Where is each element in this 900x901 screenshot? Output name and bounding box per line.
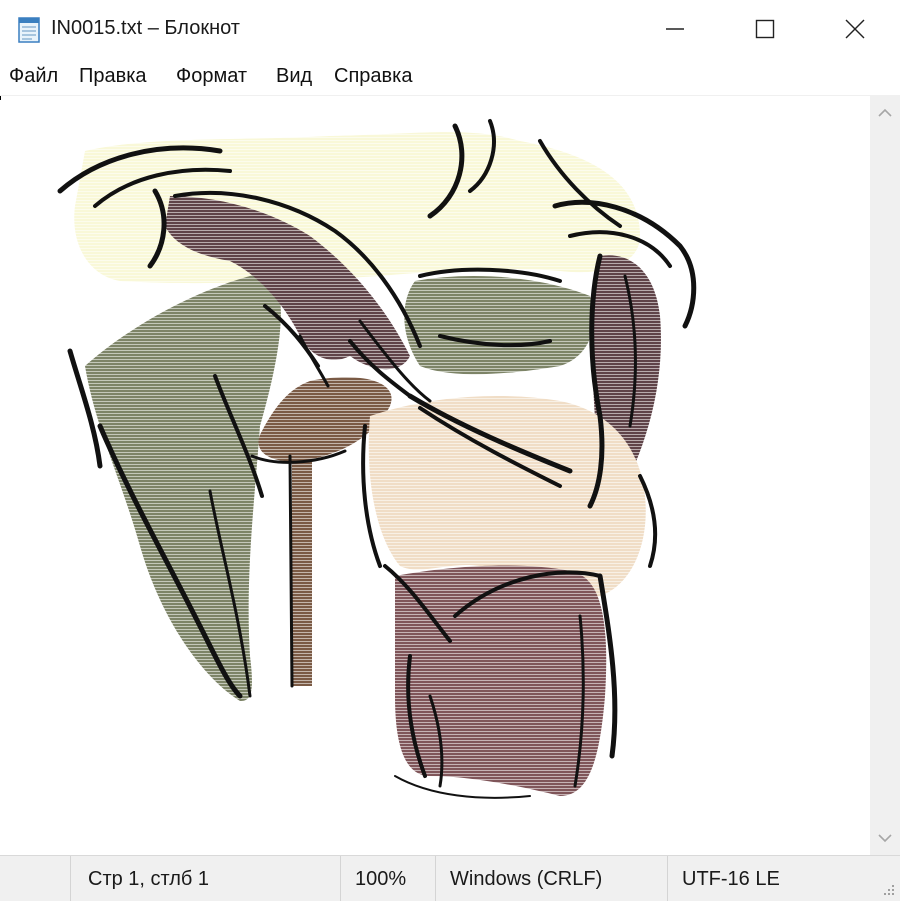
vertical-scrollbar[interactable] — [870, 96, 900, 855]
text-editor[interactable] — [0, 96, 870, 855]
scroll-down-button[interactable] — [870, 821, 900, 855]
maximize-button[interactable] — [720, 0, 810, 57]
maximize-icon — [755, 19, 775, 38]
status-encoding: UTF-16 LE — [682, 868, 780, 890]
menu-file[interactable]: Файл — [9, 65, 58, 88]
close-icon — [845, 19, 865, 38]
status-cell-line-ending — [435, 856, 436, 901]
close-button[interactable] — [810, 0, 900, 57]
status-bar: Стр 1, стлб 1 100% Windows (CRLF) UTF-16… — [0, 855, 900, 901]
resize-grip-icon[interactable] — [882, 883, 896, 897]
status-cell-position — [70, 856, 71, 901]
ascii-art-illustration — [0, 96, 870, 855]
title-bar[interactable]: IN0015.txt – Блокнот — [0, 0, 900, 57]
window-title: IN0015.txt – Блокнот — [51, 17, 240, 39]
menu-help[interactable]: Справка — [334, 65, 412, 88]
menu-edit[interactable]: Правка — [79, 65, 147, 88]
status-position: Стр 1, стлб 1 — [88, 868, 210, 890]
scroll-up-button[interactable] — [870, 96, 900, 130]
text-caret — [0, 96, 1, 100]
menu-bar: Файл Правка Формат Вид Справка — [0, 57, 900, 96]
menu-format[interactable]: Формат — [176, 65, 247, 88]
status-line-ending: Windows (CRLF) — [450, 868, 603, 890]
chevron-up-icon — [878, 108, 892, 117]
status-cell-zoom — [340, 856, 341, 901]
minimize-button[interactable] — [630, 0, 720, 57]
notepad-icon — [18, 17, 40, 43]
minimize-icon — [666, 27, 684, 30]
menu-view[interactable]: Вид — [276, 65, 312, 88]
chevron-down-icon — [878, 834, 892, 843]
status-zoom: 100% — [355, 868, 407, 890]
status-cell-encoding — [667, 856, 668, 901]
